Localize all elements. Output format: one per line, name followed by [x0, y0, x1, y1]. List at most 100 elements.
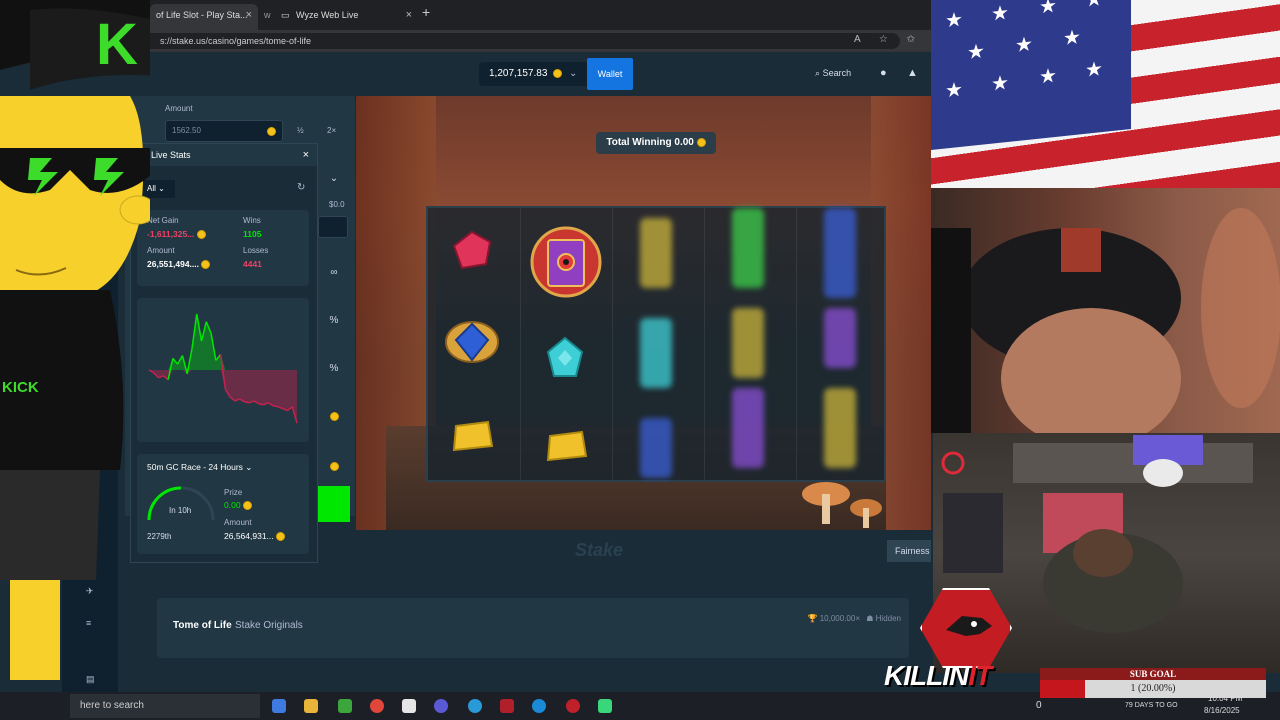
losses-value: 4441 — [243, 259, 262, 269]
trophy-icon: 🏆 — [807, 614, 818, 623]
sub-goal-bar: 1 (20.00%) — [1040, 680, 1266, 698]
spinning-symbol — [732, 308, 764, 378]
amount-input[interactable]: 1562.50 — [165, 120, 283, 142]
kick-text: KICK — [2, 379, 39, 396]
coin-icon — [276, 532, 286, 542]
percent-button[interactable]: % — [318, 354, 350, 384]
red-gem-icon — [452, 230, 492, 270]
tab-wyze[interactable]: w ▭ Wyze Web Live × — [258, 4, 418, 30]
star-icon: ★ — [945, 78, 963, 103]
infinity-button[interactable]: ∞ — [318, 258, 350, 288]
user-icon[interactable]: ● — [880, 67, 887, 79]
search-button[interactable]: ⌕ Search — [815, 68, 851, 79]
new-tab-button[interactable]: + — [422, 4, 430, 20]
race-amount-text: 26,564,931... — [224, 531, 274, 541]
refresh-icon[interactable]: ↻ — [297, 182, 305, 193]
prize-label: Prize — [224, 488, 243, 497]
spinning-symbol — [824, 208, 856, 298]
folder-icon[interactable] — [304, 699, 318, 713]
wins-label: Wins — [243, 216, 261, 225]
file-icon[interactable] — [402, 699, 416, 713]
star-icon: ★ — [1015, 33, 1033, 58]
edge-icon[interactable] — [532, 699, 546, 713]
streamer-silhouette — [931, 208, 1280, 448]
spinning-symbol — [824, 388, 856, 468]
half-button[interactable]: ½ — [297, 126, 304, 135]
app-icon[interactable] — [434, 699, 448, 713]
hidden-icon: ☗ — [866, 614, 874, 623]
live-stats-title: Live Stats — [151, 150, 191, 160]
profit-line-segment — [258, 403, 264, 406]
profit-chart-svg — [148, 313, 298, 424]
tab-stake[interactable]: of Life Slot - Play Sta... × — [150, 4, 258, 30]
sub-goal-widget: SUB GOAL 1 (20.00%) — [1040, 668, 1266, 700]
tab-label: of Life Slot - Play Sta... — [156, 10, 248, 20]
search-icon: ⌕ — [815, 68, 821, 78]
close-icon[interactable]: × — [303, 144, 309, 166]
race-title[interactable]: 50m GC Race - 24 Hours ⌄ — [147, 462, 252, 473]
max-win-value: 10,000.00× — [819, 614, 860, 623]
brand-killin: KILLIN — [884, 660, 969, 691]
star-icon: ★ — [1085, 0, 1103, 13]
positive-area — [149, 313, 297, 370]
american-flag-overlay: ★ ★ ★ ★ ★ ★ ★ ★ ★ ★ ★ — [931, 0, 1280, 188]
race-amount-label: Amount — [224, 518, 252, 527]
wagered-text: 26,551,494.... — [147, 259, 199, 269]
coin-icon — [267, 127, 276, 136]
bet-button[interactable] — [318, 486, 350, 522]
coin-button[interactable] — [318, 402, 350, 432]
race-gauge — [147, 486, 215, 521]
coin-icon — [196, 230, 206, 240]
bell-icon[interactable]: ▲ — [907, 67, 918, 79]
close-tab-icon[interactable]: × — [246, 4, 252, 26]
race-title-text: 50m GC Race - 24 Hours — [147, 462, 243, 472]
wagered-value: 26,551,494.... — [147, 259, 211, 270]
race-timer: In 10h — [169, 506, 192, 515]
spinning-symbol — [640, 318, 672, 388]
xbox-icon[interactable] — [338, 699, 352, 713]
race-amount-value: 26,564,931... — [224, 531, 286, 542]
reel-divider — [704, 208, 705, 480]
browser-action-icons[interactable]: A ☆ ✩ — [854, 34, 923, 45]
wallet-button[interactable]: Wallet — [587, 58, 633, 90]
reels-grid — [426, 206, 886, 482]
spinning-symbol — [732, 388, 764, 468]
game-title: Tome of Life — [173, 620, 232, 631]
game-provider[interactable]: Stake Originals — [235, 620, 303, 631]
gold-bar-icon — [452, 420, 494, 452]
obs-icon[interactable] — [566, 699, 580, 713]
chrome-icon[interactable] — [370, 699, 384, 713]
app-icon[interactable] — [500, 699, 514, 713]
race-panel: 50m GC Race - 24 Hours ⌄ In 10h 2279th P… — [137, 454, 309, 554]
tab-prefix: w — [264, 10, 271, 20]
percent-button[interactable]: % — [318, 306, 350, 336]
race-rank: 2279th — [147, 532, 172, 541]
killinit-brand: KILLINIT — [884, 660, 992, 692]
close-tab-icon[interactable]: × — [406, 4, 412, 26]
taskbar-search[interactable]: here to search — [70, 694, 260, 718]
game-canvas[interactable]: Total Winning 0.00 — [356, 96, 931, 530]
star-icon: ★ — [1063, 26, 1081, 51]
star-icon: ★ — [1039, 64, 1057, 89]
app-icon[interactable] — [468, 699, 482, 713]
dropdown-chevron-icon[interactable]: ⌄ — [318, 164, 350, 194]
sub-goal-title: SUB GOAL — [1040, 668, 1266, 680]
fairness-button[interactable]: Fairness — [887, 540, 931, 562]
star-icon: ★ — [991, 1, 1009, 26]
app-icon[interactable] — [598, 699, 612, 713]
mushroom-decoration — [802, 482, 882, 528]
coin-icon — [242, 501, 252, 511]
star-icon: ★ — [967, 40, 985, 65]
live-stats-header: Live Stats × — [131, 144, 317, 166]
stats-summary: Net Gain -1,611,325... Wins 1105 Amount … — [137, 210, 309, 286]
net-gain-text: -1,611,325... — [147, 229, 195, 239]
balance-display[interactable]: 1,207,157.83 ⌄ — [479, 62, 587, 86]
copilot-icon[interactable] — [272, 699, 286, 713]
clock-date[interactable]: 8/16/2025 — [1204, 706, 1240, 715]
reel-divider — [612, 208, 613, 480]
tab-label: Wyze Web Live — [296, 10, 359, 20]
spinning-symbol — [640, 418, 672, 478]
days-countdown: 79 DAYS TO GO — [1125, 702, 1178, 709]
url-field[interactable]: s://stake.us/casino/games/tome-of-life — [140, 33, 900, 49]
coin-button[interactable] — [318, 452, 350, 482]
